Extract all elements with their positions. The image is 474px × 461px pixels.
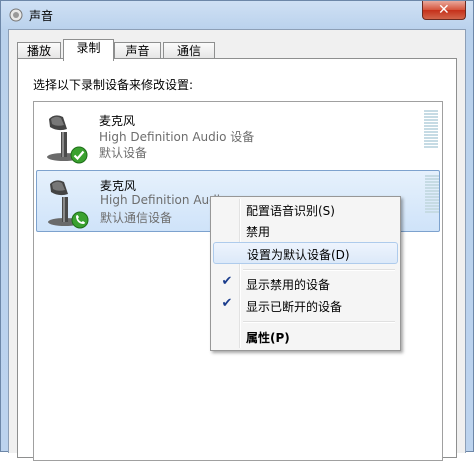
menu-item-label: 配置语音识别(S) xyxy=(246,204,335,218)
title-bar[interactable]: 声音 ✕ xyxy=(1,1,473,29)
menu-item-properties[interactable]: 属性(P) xyxy=(213,326,398,348)
menu-item-label: 属性(P) xyxy=(246,331,290,345)
close-icon: ✕ xyxy=(438,2,450,18)
sound-dialog: 声音 ✕ 播放 录制 声音 通信 选择以下录制设备来修改设置: 麦克风 High… xyxy=(0,0,474,461)
device-driver: High Definition Audio 设备 xyxy=(99,130,255,144)
tab-recording[interactable]: 录制 xyxy=(63,39,114,61)
level-meter xyxy=(425,175,439,215)
menu-item-disable[interactable]: 禁用 xyxy=(213,220,398,242)
context-menu: 配置语音识别(S) 禁用 设置为默认设备(D) ✔ 显示禁用的设备 ✔ 显示已断… xyxy=(210,196,401,351)
menu-separator xyxy=(243,269,395,271)
menu-item-label: 设置为默认设备(D) xyxy=(247,248,350,262)
menu-item-show-disconnected-devices[interactable]: ✔ 显示已断开的设备 xyxy=(213,295,398,317)
menu-item-configure-speech-recognition[interactable]: 配置语音识别(S) xyxy=(213,199,398,221)
tab-label: 录制 xyxy=(76,41,101,55)
device-status: 默认通信设备 xyxy=(100,211,173,225)
device-driver: High Definition Audio xyxy=(100,193,228,207)
menu-item-label: 显示已断开的设备 xyxy=(246,300,343,314)
speaker-icon xyxy=(9,8,23,22)
phone-icon xyxy=(71,211,89,229)
menu-item-set-default-device[interactable]: 设置为默认设备(D) xyxy=(213,242,398,264)
menu-separator xyxy=(243,321,395,323)
menu-item-label: 显示禁用的设备 xyxy=(246,278,331,292)
menu-item-show-disabled-devices[interactable]: ✔ 显示禁用的设备 xyxy=(213,273,398,295)
list-item[interactable]: 麦克风 High Definition Audio 设备 默认设备 xyxy=(36,106,440,168)
level-meter xyxy=(424,110,438,150)
device-name: 麦克风 xyxy=(100,179,137,193)
tab-label: 声音 xyxy=(125,44,150,58)
device-name: 麦克风 xyxy=(99,114,136,128)
check-icon xyxy=(70,146,88,164)
instruction-text: 选择以下录制设备来修改设置: xyxy=(33,78,194,92)
window-title: 声音 xyxy=(29,9,54,23)
tab-label: 通信 xyxy=(176,44,201,58)
check-icon: ✔ xyxy=(221,296,233,311)
tab-label: 播放 xyxy=(26,44,51,58)
check-icon: ✔ xyxy=(221,274,233,289)
close-button[interactable]: ✕ xyxy=(422,1,466,20)
menu-item-label: 禁用 xyxy=(246,225,271,239)
device-status: 默认设备 xyxy=(99,146,148,160)
